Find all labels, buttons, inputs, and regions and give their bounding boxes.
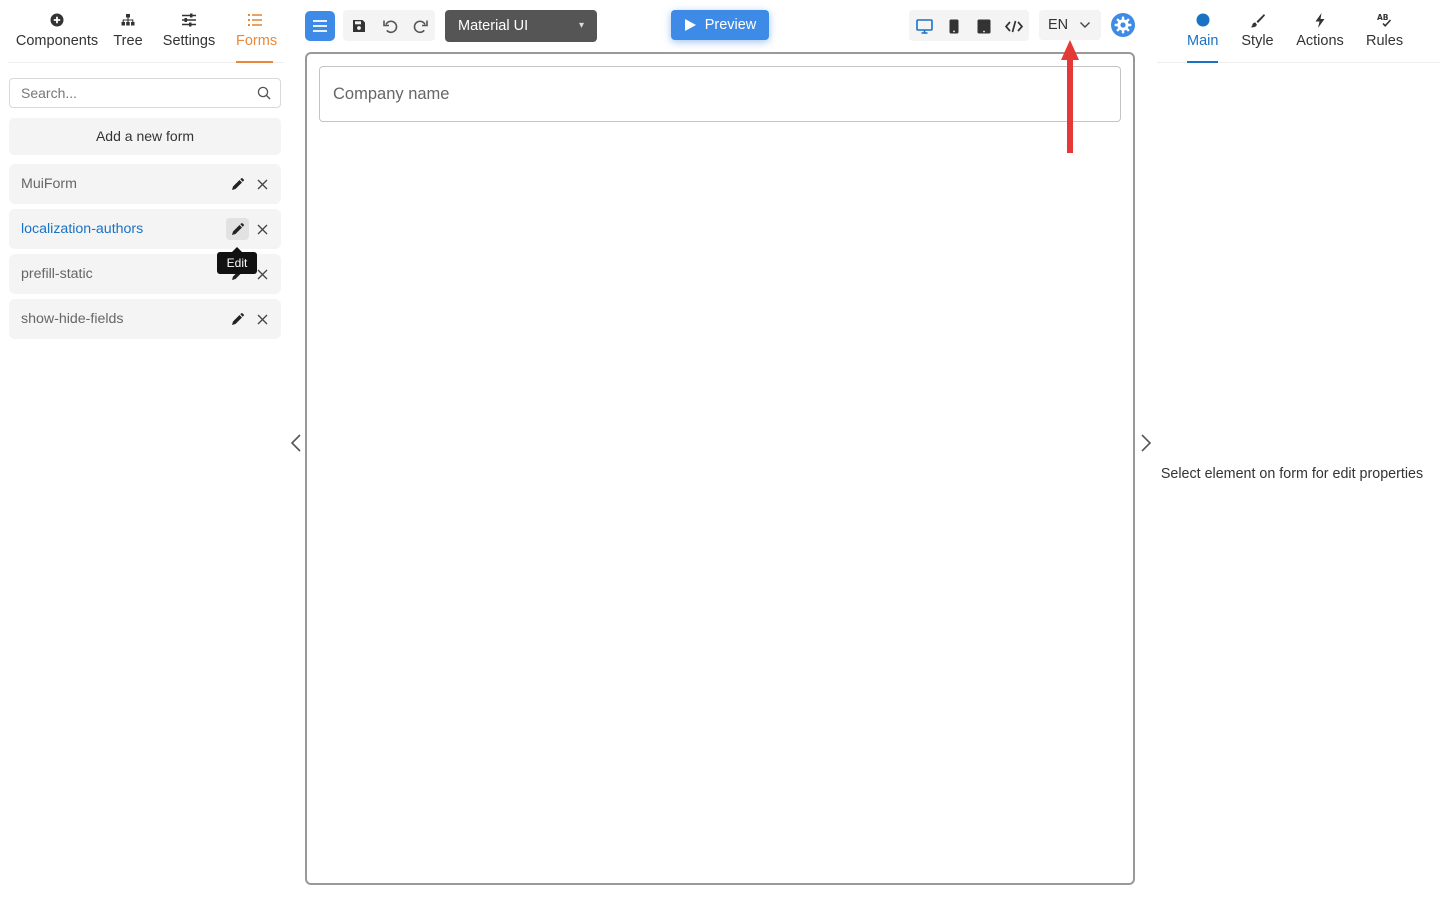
- tab-components[interactable]: Components: [14, 10, 100, 63]
- tab-label: Style: [1241, 33, 1274, 49]
- tree-icon: [112, 10, 144, 30]
- edit-pencil-icon[interactable]: [226, 218, 249, 240]
- tab-label: Actions: [1296, 33, 1344, 49]
- brush-icon: [1241, 10, 1274, 30]
- edit-tooltip: Edit: [217, 247, 257, 274]
- spellcheck-icon: AB: [1366, 10, 1403, 30]
- tab-settings[interactable]: Settings: [162, 10, 216, 63]
- form-name: show-hide-fields: [21, 311, 124, 327]
- company-name-field[interactable]: Company name: [319, 66, 1121, 122]
- tab-style[interactable]: Style: [1241, 10, 1274, 63]
- tab-main[interactable]: Main: [1187, 10, 1218, 63]
- tab-label: Tree: [113, 33, 143, 49]
- tab-label: Rules: [1366, 33, 1404, 49]
- list-icon: [236, 10, 273, 30]
- theme-select-value: Material UI: [458, 18, 529, 34]
- form-item-muiform[interactable]: MuiForm: [9, 164, 281, 204]
- plus-circle-icon: [14, 10, 100, 30]
- search-icon[interactable]: [257, 86, 271, 105]
- desktop-icon[interactable]: [914, 16, 934, 36]
- tab-rules[interactable]: AB Rules: [1366, 10, 1403, 63]
- history-toolbar: [343, 10, 435, 41]
- close-icon[interactable]: [252, 309, 272, 329]
- save-icon[interactable]: [350, 17, 368, 35]
- hamburger-icon: [313, 20, 327, 32]
- tab-label: Components: [15, 33, 99, 49]
- chevron-down-icon: [1079, 19, 1091, 31]
- code-icon[interactable]: [1004, 16, 1024, 36]
- theme-settings-button[interactable]: [1111, 13, 1135, 37]
- tab-label: Settings: [162, 33, 216, 49]
- lightning-icon: [1296, 10, 1344, 30]
- undo-icon[interactable]: [380, 16, 400, 36]
- form-name: localization-authors: [21, 221, 144, 237]
- form-item-show-hide-fields[interactable]: show-hide-fields: [9, 299, 281, 339]
- theme-select[interactable]: Material UI ▾: [445, 10, 597, 42]
- left-panel: Components Tree Settings Forms Add a new…: [0, 0, 290, 900]
- gear-icon: [1111, 13, 1135, 37]
- redo-icon[interactable]: [410, 16, 430, 36]
- tab-tree[interactable]: Tree: [112, 10, 144, 63]
- add-form-button[interactable]: Add a new form: [9, 118, 281, 155]
- play-icon: [684, 18, 697, 32]
- tab-forms[interactable]: Forms: [236, 10, 278, 63]
- sliders-icon: [162, 10, 216, 30]
- collapse-right-panel-chevron-icon[interactable]: [1138, 432, 1154, 454]
- form-item-localization-authors[interactable]: localization-authors: [9, 209, 281, 249]
- tab-label: Main: [1187, 33, 1219, 49]
- preview-button[interactable]: Preview: [671, 10, 769, 40]
- left-tabs: Components Tree Settings Forms: [8, 0, 284, 63]
- annotation-arrow-icon: [1060, 38, 1080, 154]
- close-icon[interactable]: [252, 174, 272, 194]
- tablet-icon[interactable]: [974, 16, 994, 36]
- language-value: EN: [1048, 17, 1069, 33]
- language-select[interactable]: EN: [1039, 10, 1101, 40]
- preview-label: Preview: [704, 17, 757, 33]
- edit-pencil-icon[interactable]: [226, 308, 249, 330]
- edit-pencil-icon[interactable]: [226, 173, 249, 195]
- tab-actions[interactable]: Actions: [1296, 10, 1344, 63]
- property-tabs: Main Style Actions AB Rules: [1157, 0, 1440, 63]
- company-name-placeholder: Company name: [333, 85, 450, 103]
- menu-button[interactable]: [305, 11, 335, 41]
- search-box: [9, 78, 281, 108]
- properties-empty-message: Select element on form for edit properti…: [1160, 466, 1424, 482]
- collapse-left-panel-chevron-icon[interactable]: [288, 432, 304, 454]
- tab-label: Forms: [236, 33, 278, 49]
- mobile-icon[interactable]: [944, 16, 964, 36]
- circle-icon: [1187, 10, 1218, 30]
- form-canvas[interactable]: Company name: [305, 52, 1135, 885]
- svg-text:AB: AB: [1377, 13, 1389, 22]
- form-name: prefill-static: [21, 266, 93, 282]
- device-toolbar: [909, 10, 1029, 41]
- caret-down-icon: ▾: [578, 20, 584, 31]
- search-input[interactable]: [10, 79, 240, 107]
- close-icon[interactable]: [252, 219, 272, 239]
- form-name: MuiForm: [21, 176, 77, 192]
